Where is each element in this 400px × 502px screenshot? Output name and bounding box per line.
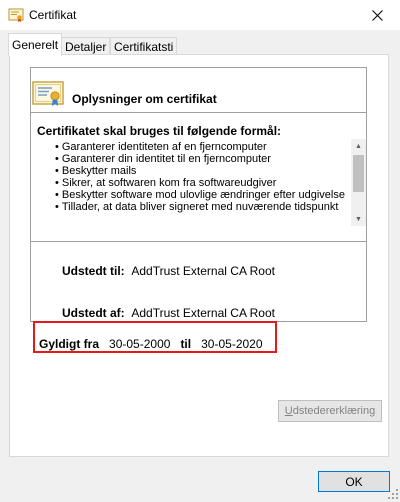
certificate-large-icon <box>32 78 64 113</box>
list-item: Beskytter software mod ulovlige ændringe… <box>55 189 351 201</box>
issued-to-label: Udstedt til: <box>62 264 125 278</box>
tab-general[interactable]: Generelt <box>8 33 63 56</box>
purpose-scrollbar[interactable]: ▲ ▼ <box>351 139 366 226</box>
issued-by-value: AddTrust External CA Root <box>131 306 275 320</box>
list-item: Sikrer, at softwaren kom fra softwareudg… <box>55 177 351 189</box>
issuer-statement-mnemonic: U <box>284 405 293 417</box>
scroll-up-icon[interactable]: ▲ <box>351 139 366 153</box>
issued-by-row: Udstedt af: AddTrust External CA Root <box>62 306 275 320</box>
certificate-icon <box>8 7 24 23</box>
resize-grip-icon[interactable] <box>388 488 398 499</box>
ok-button[interactable]: OK <box>318 471 390 492</box>
close-button[interactable] <box>354 0 400 30</box>
close-icon <box>371 9 383 21</box>
scroll-thumb[interactable] <box>353 155 364 192</box>
valid-from-value: 30-05-2000 <box>109 337 171 351</box>
valid-from-label: Gyldigt fra <box>39 337 100 351</box>
list-item: Beskytter mails <box>55 165 351 177</box>
list-item: Garanterer din identitet til en fjerncom… <box>55 153 351 165</box>
validity-row: Gyldigt fra 30-05-2000 til 30-05-2020 <box>39 337 263 351</box>
issued-to-value: AddTrust External CA Root <box>131 264 275 278</box>
issuer-statement-label: dstedererklæring <box>292 405 376 417</box>
issued-to-row: Udstedt til: AddTrust External CA Root <box>62 264 275 278</box>
issued-by-label: Udstedt af: <box>62 306 125 320</box>
title-bar: Certifikat <box>0 0 400 30</box>
purpose-list: Garanterer identiteten af en fjerncomput… <box>55 141 351 225</box>
window-title: Certifikat <box>29 8 77 22</box>
list-item: Garanterer identiteten af en fjerncomput… <box>55 141 351 153</box>
certificate-info-box: Oplysninger om certifikat Certifikatet s… <box>30 67 367 322</box>
certificate-info-title: Oplysninger om certifikat <box>72 92 217 106</box>
divider <box>31 241 366 242</box>
valid-to-label: til <box>180 337 192 351</box>
scroll-down-icon[interactable]: ▼ <box>351 212 366 226</box>
tab-panel-general: Oplysninger om certifikat Certifikatet s… <box>9 54 389 457</box>
valid-to-value: 30-05-2020 <box>201 337 263 351</box>
purpose-title: Certifikatet skal bruges til følgende fo… <box>37 124 282 138</box>
list-item: Tillader, at data bliver signeret med nu… <box>55 201 351 213</box>
divider <box>31 112 366 113</box>
issuer-statement-button[interactable]: Udstedererklæring <box>278 400 382 422</box>
